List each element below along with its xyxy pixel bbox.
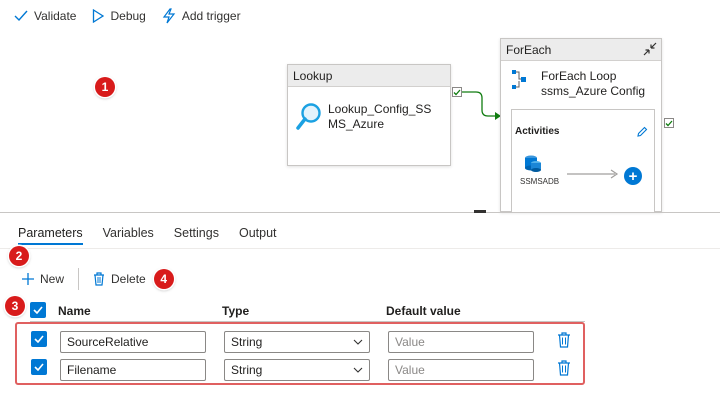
debug-button[interactable]: Debug [92, 4, 146, 28]
checkmark-icon [14, 10, 28, 22]
parameter-default-value-input[interactable]: Value [388, 359, 534, 381]
parameter-actions: New Delete 4 [22, 266, 174, 292]
trash-icon [94, 272, 105, 286]
new-parameter-button[interactable]: New [22, 272, 64, 286]
validate-label: Validate [34, 9, 77, 23]
parameters-highlight-box: SourceRelative String Value Filename Str… [15, 322, 585, 385]
validate-button[interactable]: Validate [14, 4, 76, 28]
parameter-type-select[interactable]: String [224, 359, 370, 381]
parameter-type-select[interactable]: String [224, 331, 370, 353]
pencil-icon[interactable] [636, 126, 648, 138]
chevron-down-icon [353, 367, 363, 373]
plus-icon: + [628, 167, 638, 185]
pipeline-toolbar: Validate Debug Add trigger [0, 0, 720, 32]
checkmark-icon [33, 306, 43, 314]
checkmark-icon [453, 89, 461, 95]
column-header-name: Name [58, 304, 91, 318]
trash-icon[interactable] [557, 360, 571, 376]
delete-label: Delete [111, 272, 146, 286]
delete-parameter-button[interactable]: Delete [93, 272, 146, 286]
magnifier-icon [296, 103, 321, 130]
column-header-type: Type [222, 304, 250, 318]
row-checkbox[interactable] [31, 359, 47, 375]
foreach-icon [512, 70, 526, 89]
column-header-default-value: Default value [386, 304, 461, 318]
new-label: New [40, 272, 65, 286]
add-trigger-button[interactable]: Add trigger [162, 4, 241, 28]
lookup-activity-header: Lookup [288, 65, 450, 87]
foreach-success-handle[interactable] [664, 118, 674, 128]
collapse-icon[interactable] [643, 42, 657, 56]
chevron-down-icon [353, 339, 363, 345]
callout-badge-1: 1 [95, 77, 115, 97]
lookup-activity[interactable]: Lookup Lookup_Config_SS MS_Azure [287, 64, 451, 166]
trash-icon[interactable] [557, 332, 571, 348]
tab-settings[interactable]: Settings [174, 222, 219, 250]
callout-badge-2: 2 [9, 246, 29, 266]
foreach-activity-header: ForEach [501, 39, 661, 61]
add-trigger-label: Add trigger [181, 9, 241, 23]
activities-title: Activities [515, 126, 560, 137]
tab-parameters[interactable]: Parameters [18, 222, 83, 250]
checkmark-icon [665, 120, 673, 126]
type-value: String [231, 335, 263, 349]
tabs-divider [0, 248, 720, 249]
checkmark-icon [34, 363, 44, 371]
activities-container[interactable]: Activities SSMSADB + [511, 109, 655, 213]
database-icon [525, 155, 541, 172]
parameter-name-input[interactable]: Filename [60, 359, 206, 381]
type-value: String [231, 363, 263, 377]
parameters-table-header: Name Type Default value [30, 300, 585, 322]
callout-badge-4: 4 [153, 269, 174, 289]
foreach-activity[interactable]: ForEach ForEach Loop ssms_Azure Config A… [500, 38, 662, 213]
add-activity-button[interactable]: + [624, 167, 642, 185]
tab-output[interactable]: Output [239, 222, 277, 250]
panel-splitter[interactable] [0, 212, 720, 213]
arrow-right-icon [567, 169, 619, 179]
parameter-default-value-input[interactable]: Value [388, 331, 534, 353]
pipeline-canvas[interactable]: 1 Lookup Lookup_Config_SS MS_Azure ForEa… [0, 32, 720, 213]
checkmark-icon [34, 335, 44, 343]
foreach-activity-name: ForEach Loop ssms_Azure Config [541, 69, 646, 98]
inner-activity-label: SSMSADB [520, 177, 560, 186]
tab-variables[interactable]: Variables [103, 222, 154, 250]
lookup-success-handle[interactable] [452, 87, 462, 97]
select-all-checkbox[interactable] [30, 302, 46, 318]
play-icon [93, 9, 105, 23]
row-checkbox[interactable] [31, 331, 47, 347]
splitter-grip[interactable] [474, 210, 486, 213]
debug-label: Debug [110, 9, 146, 23]
success-connector [462, 91, 501, 120]
parameter-name-input[interactable]: SourceRelative [60, 331, 206, 353]
plus-icon [22, 273, 34, 285]
table-row: SourceRelative String Value [17, 327, 583, 355]
lookup-activity-name: Lookup_Config_SS MS_Azure [328, 102, 432, 131]
action-separator [78, 268, 80, 290]
lightning-icon [162, 8, 176, 24]
properties-tabs: Parameters Variables Settings Output [18, 222, 297, 250]
table-row: Filename String Value [17, 355, 583, 383]
callout-badge-3: 3 [5, 296, 25, 316]
